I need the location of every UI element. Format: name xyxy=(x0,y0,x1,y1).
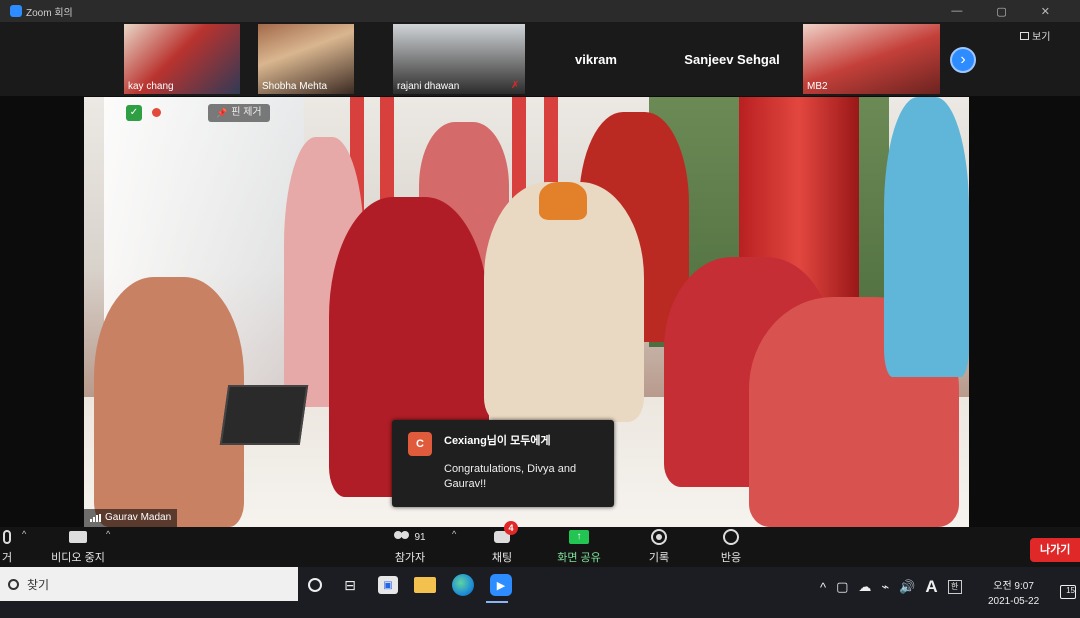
view-button[interactable]: 보기 xyxy=(1020,28,1050,43)
encryption-shield-icon[interactable]: ✓ xyxy=(126,105,142,121)
share-screen-button[interactable]: ↑ 화면 공유 xyxy=(552,527,606,565)
notification-center-icon[interactable]: 15 xyxy=(1060,585,1076,599)
clock-date: 2021-05-22 xyxy=(988,596,1040,607)
participant-tile[interactable]: rajani dhawan ✗ xyxy=(393,24,525,94)
unpin-label: 핀 제거 xyxy=(231,107,262,118)
system-tray: ^ ▢ ☁ ⌁ 🔊 A 한 xyxy=(820,577,962,597)
active-app-indicator xyxy=(486,601,508,603)
chat-message: Congratulations, Divya and Gaurav!! xyxy=(444,463,577,490)
stop-video-label: 비디오 중지 xyxy=(51,552,105,564)
muted-mic-icon: ✗ xyxy=(511,80,520,91)
microphone-icon xyxy=(3,530,11,544)
maximize-icon[interactable]: ▢ xyxy=(996,5,1006,18)
pin-icon: 📌 xyxy=(216,108,228,118)
participant-tile[interactable]: vikram xyxy=(533,24,659,94)
grid-view-icon xyxy=(1020,31,1029,40)
mute-label: 거 xyxy=(1,552,13,564)
edge-browser-icon[interactable] xyxy=(452,574,474,596)
participant-name: rajani dhawan xyxy=(397,81,460,92)
participants-options-caret-icon[interactable]: ^ xyxy=(452,529,456,539)
windows-taskbar: 찾기 ⊟ ▣ ▶ ^ ▢ ☁ ⌁ 🔊 A 한 오전 9:07 2021-05-2… xyxy=(0,567,1080,618)
camera-icon xyxy=(69,531,87,543)
participant-name: vikram xyxy=(575,52,617,67)
participant-tile[interactable]: Sanjeev Sehgal xyxy=(668,24,796,94)
stop-video-button[interactable]: 비디오 중지 xyxy=(48,527,108,565)
scene-laptop xyxy=(219,385,309,445)
leave-button[interactable]: 나가기 xyxy=(1030,538,1080,562)
phone-link-icon[interactable]: ▢ xyxy=(836,579,848,595)
cortana-icon[interactable] xyxy=(308,578,322,592)
chevron-right-icon: › xyxy=(960,51,966,68)
title-bar: Zoom 회의 — ▢ ✕ xyxy=(0,0,1080,22)
onedrive-icon[interactable]: ☁ xyxy=(858,579,871,595)
chat-unread-badge: 4 xyxy=(504,521,518,535)
chat-notification-popup[interactable]: C Cexiang님이 모두에게 Congratulations, Divya … xyxy=(392,420,614,507)
share-screen-icon: ↑ xyxy=(569,530,589,544)
store-icon[interactable]: ▣ xyxy=(378,576,398,594)
search-icon xyxy=(8,578,19,590)
reactions-label: 반응 xyxy=(720,552,742,564)
participants-icon xyxy=(394,531,412,543)
taskbar-clock[interactable]: 오전 9:07 2021-05-22 xyxy=(988,579,1039,609)
clock-time: 오전 9:07 xyxy=(993,581,1034,592)
participant-tile[interactable]: Shobha Mehta xyxy=(258,24,354,94)
zoom-window: Zoom 회의 — ▢ ✕ kay chang Shobha Mehta raj… xyxy=(0,0,1080,618)
close-icon[interactable]: ✕ xyxy=(1041,5,1050,18)
participant-name: Sanjeev Sehgal xyxy=(684,52,780,67)
share-screen-label: 화면 공유 xyxy=(557,552,601,564)
volume-icon[interactable]: 🔊 xyxy=(899,579,915,595)
video-options-caret-icon[interactable]: ^ xyxy=(106,529,110,539)
participant-name: kay chang xyxy=(128,81,174,92)
participant-name: Shobha Mehta xyxy=(262,81,328,92)
recording-indicator-icon xyxy=(152,108,161,117)
participant-tile[interactable]: kay chang xyxy=(124,24,240,94)
reactions-button[interactable]: 반응 xyxy=(714,527,748,565)
speaker-name: Gaurav Madan xyxy=(105,512,172,523)
audio-options-caret-icon[interactable]: ^ xyxy=(22,529,26,539)
chat-label: 채팅 xyxy=(491,552,513,564)
mute-button[interactable]: 거 xyxy=(0,527,22,565)
task-view-icon[interactable]: ⊟ xyxy=(338,573,362,597)
meeting-toolbar: 거 ^ 비디오 중지 ^ 91 참가자 ^ 채팅 4 ↑ 화면 공유 기록 반응… xyxy=(0,521,1080,567)
participants-count: 91 xyxy=(414,531,426,543)
scene-person xyxy=(94,277,244,527)
ime-mode[interactable]: 한 xyxy=(947,580,962,594)
record-label: 기록 xyxy=(648,552,670,564)
minimize-icon[interactable]: — xyxy=(951,5,962,17)
notification-count: 15 xyxy=(1066,586,1075,595)
window-controls: — ▢ ✕ xyxy=(951,0,1050,22)
zoom-app-icon[interactable]: ▶ xyxy=(490,574,512,596)
scene-person xyxy=(884,97,969,377)
file-explorer-icon[interactable] xyxy=(414,577,436,593)
input-language[interactable]: A xyxy=(925,577,937,597)
participant-name: MB2 xyxy=(807,81,828,92)
next-page-button[interactable]: › xyxy=(950,47,976,73)
zoom-logo-icon xyxy=(10,5,22,17)
record-icon xyxy=(651,529,667,545)
record-button[interactable]: 기록 xyxy=(642,527,676,565)
chevron-up-icon[interactable]: ^ xyxy=(820,580,826,595)
speaker-name-tag: Gaurav Madan xyxy=(84,509,178,527)
window-title: Zoom 회의 xyxy=(26,7,73,19)
unpin-button[interactable]: 📌 핀 제거 xyxy=(208,104,270,122)
network-icon[interactable]: ⌁ xyxy=(881,579,889,595)
signal-strength-icon xyxy=(90,514,101,522)
chat-sender: Cexiang님이 모두에게 xyxy=(444,435,551,447)
sender-avatar: C xyxy=(408,432,432,456)
smiley-icon xyxy=(723,529,739,545)
taskbar-apps: ⊟ ▣ ▶ xyxy=(308,573,512,597)
scene-person xyxy=(539,182,587,220)
participant-tile[interactable]: MB2 xyxy=(803,24,940,94)
search-placeholder: 찾기 xyxy=(27,577,50,592)
taskbar-search-box[interactable]: 찾기 xyxy=(0,567,298,601)
participants-button[interactable]: 91 참가자 xyxy=(388,527,432,565)
participants-label: 참가자 xyxy=(394,552,426,564)
view-button-label: 보기 xyxy=(1032,32,1051,43)
participant-gallery-strip: kay chang Shobha Mehta rajani dhawan ✗ v… xyxy=(0,22,1080,96)
